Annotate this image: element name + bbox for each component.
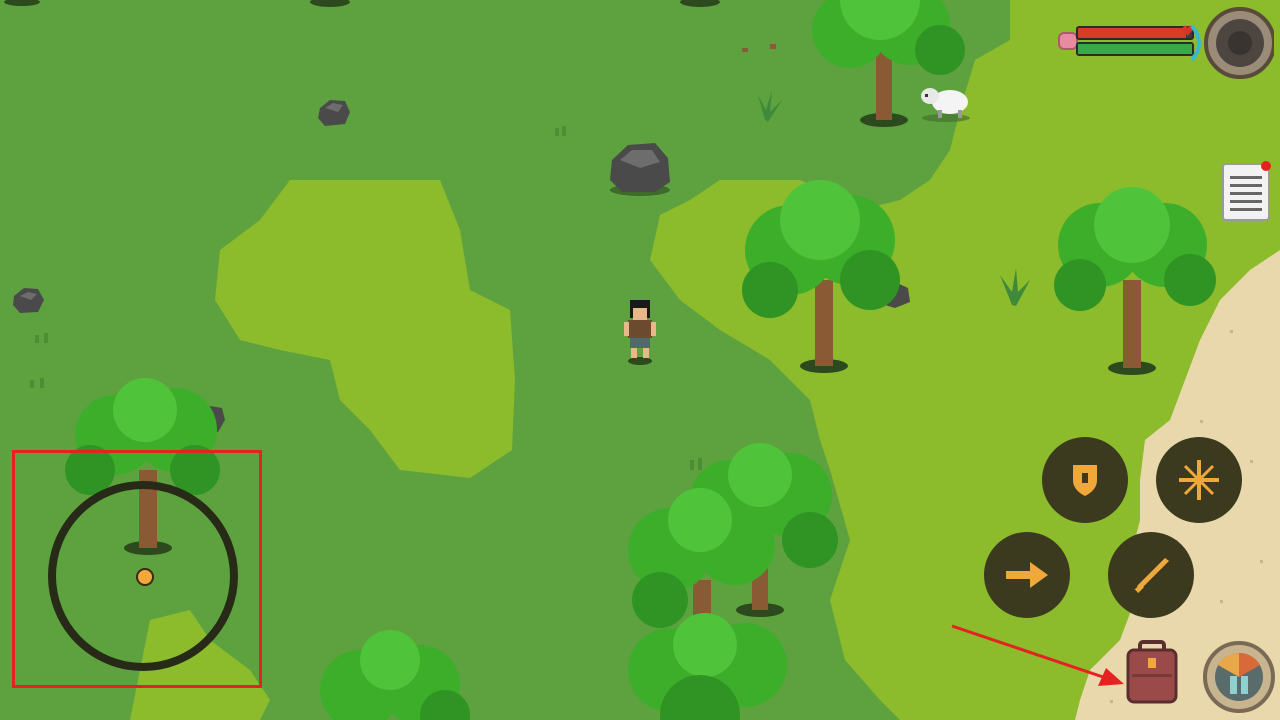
pig-icon <box>1058 32 1078 50</box>
shield-icon <box>1073 465 1097 496</box>
stamina-bar-fill <box>1078 44 1192 54</box>
attack-button[interactable] <box>1108 532 1194 618</box>
crafting-wheel-icon <box>1203 641 1275 713</box>
compass-icon[interactable] <box>1182 6 1274 80</box>
dash-button[interactable] <box>984 532 1070 618</box>
sparkle-icon <box>1179 460 1219 500</box>
health-bar <box>1076 26 1194 40</box>
backpack-icon <box>1126 640 1178 704</box>
stamina-bar <box>1076 42 1194 56</box>
sword-icon <box>1134 558 1169 593</box>
joystick-knob[interactable] <box>136 568 154 586</box>
notes-button[interactable] <box>1222 160 1272 222</box>
backpack-button[interactable] <box>1124 640 1180 706</box>
sparkle-button[interactable] <box>1156 437 1242 523</box>
crafting-button[interactable] <box>1202 640 1276 714</box>
notification-dot <box>1261 161 1271 171</box>
status-bars: ♥ <box>1058 24 1194 58</box>
health-bar-fill <box>1078 28 1187 38</box>
arrow-right-icon <box>1006 562 1048 588</box>
shield-button[interactable] <box>1042 437 1128 523</box>
